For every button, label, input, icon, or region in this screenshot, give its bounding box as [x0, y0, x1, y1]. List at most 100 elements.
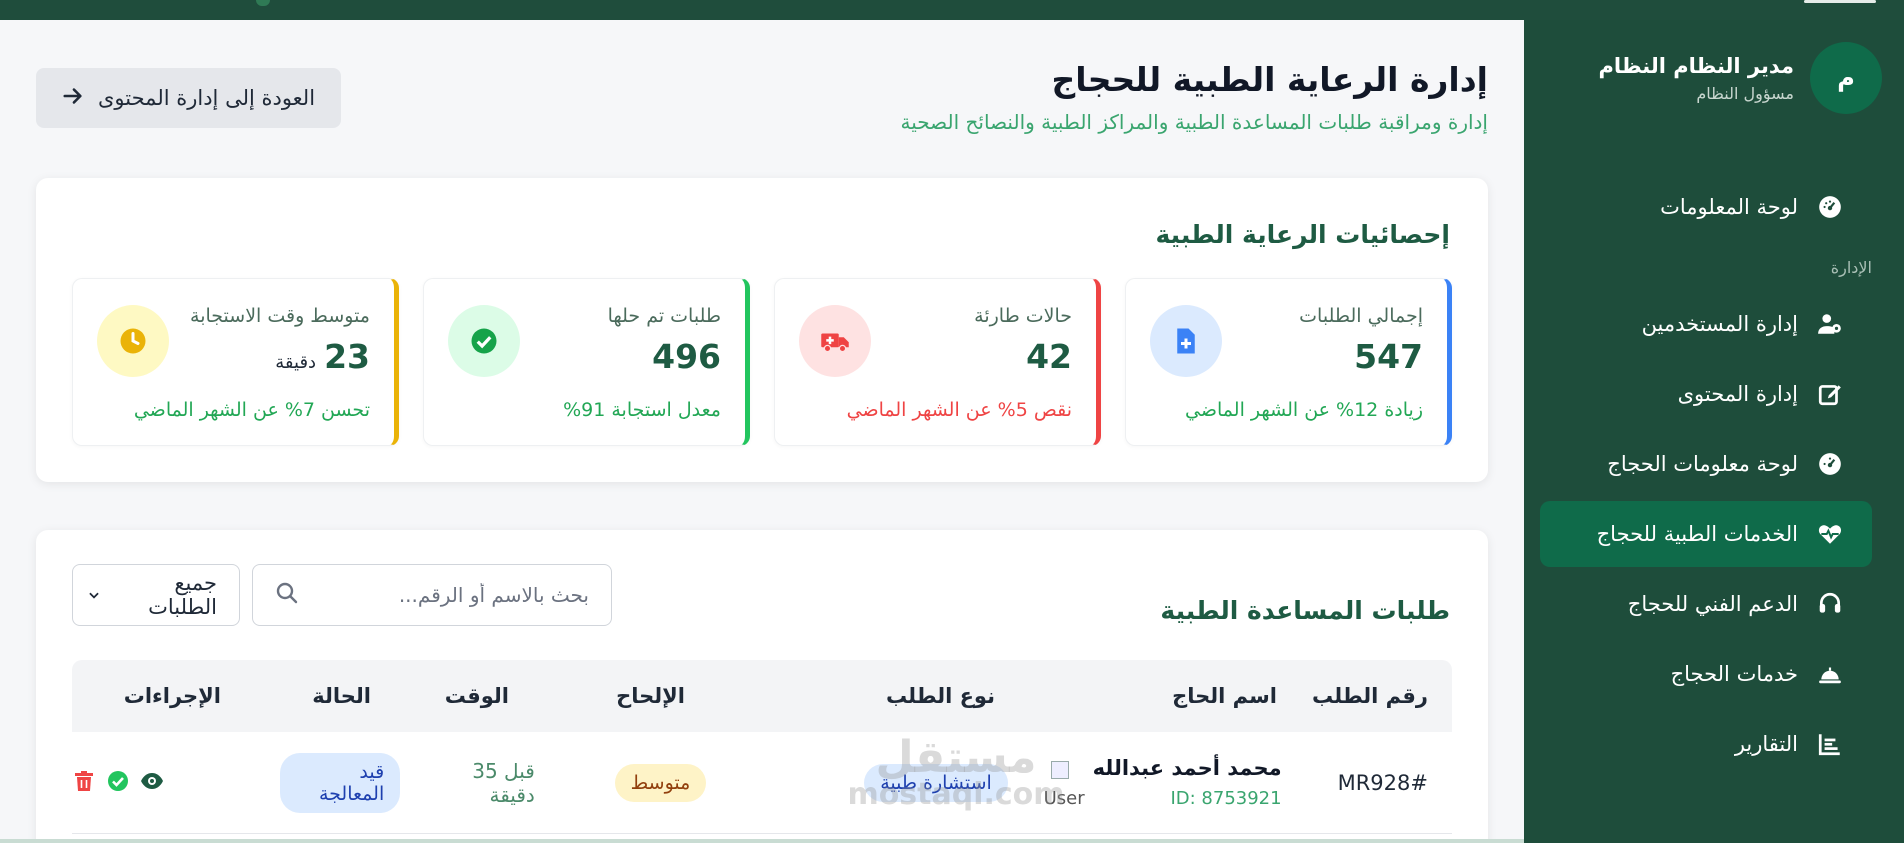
file-medical-icon: [1150, 305, 1222, 377]
stat-note: تحسن 7% عن الشهر الماضي: [133, 399, 370, 421]
requests-card: طلبات المساعدة الطبية جميع الطلبات رقم ا…: [36, 530, 1488, 843]
sidebar-nav: لوحة المعلومات الإدارة إدارة المستخدمين …: [1524, 170, 1904, 781]
stat-value: 547: [1354, 337, 1423, 376]
stats-grid: إجمالي الطلبات 547 زيادة 12% عن الشهر ال…: [72, 278, 1452, 446]
stats-card: إحصائيات الرعاية الطبية إجمالي الطلبات 5…: [36, 178, 1488, 482]
bottom-strip: [0, 839, 1524, 843]
top-bar-accent: [256, 0, 270, 6]
col-actions: الإجراءات: [123, 684, 221, 708]
profile-name: مدير النظام النظام: [1598, 53, 1794, 78]
requests-filter-select[interactable]: جميع الطلبات: [72, 564, 240, 626]
heartbeat-icon: [1816, 520, 1844, 548]
sidebar-item-support[interactable]: الدعم الفني للحجاج: [1540, 571, 1872, 637]
edit-icon: [1816, 380, 1844, 408]
stat-label: حالات طارئة: [974, 305, 1072, 327]
sidebar-section-label: الإدارة: [1830, 258, 1872, 277]
sidebar-item-label: لوحة المعلومات: [1660, 195, 1798, 219]
time-cell: قبل 35 دقيقة: [426, 759, 563, 807]
pilgrim-cell: محمد أحمد عبدالله ID: 8753921 User: [1020, 756, 1282, 809]
col-request-id[interactable]: رقم الطلب: [1277, 684, 1452, 708]
ambulance-icon: [799, 305, 871, 377]
profile-role: مسؤول النظام: [1696, 83, 1794, 103]
back-to-content-button[interactable]: العودة إلى إدارة المحتوى: [36, 68, 342, 128]
col-urgency[interactable]: الإلحاح: [537, 684, 717, 708]
top-bar: [0, 0, 1904, 20]
stat-value: 496: [652, 337, 721, 376]
sidebar-item-dashboard[interactable]: لوحة المعلومات: [1540, 174, 1872, 240]
top-bar-line: [1804, 0, 1876, 3]
stat-label: متوسط وقت الاستجابة: [190, 305, 370, 327]
stat-unit: دقيقة: [275, 352, 317, 373]
requests-table: رقم الطلب اسم الحاج نوع الطلب الإلحاح ال…: [72, 660, 1452, 834]
main-content: العودة إلى إدارة المحتوى إدارة الرعاية ا…: [0, 20, 1524, 843]
sidebar-item-label: التقارير: [1734, 732, 1798, 756]
check-circle-icon: [448, 305, 520, 377]
dashboard-gauge-icon: [1816, 193, 1844, 221]
pilgrim-id: ID: 8753921: [1170, 788, 1282, 809]
status-badge: قيد المعالجة: [280, 752, 401, 813]
table-header: رقم الطلب اسم الحاج نوع الطلب الإلحاح ال…: [72, 660, 1452, 732]
stat-note: معدل استجابة 91%: [563, 399, 721, 421]
sidebar: م مدير النظام النظام مسؤول النظام لوحة ا…: [1524, 20, 1904, 843]
sidebar-item-label: الخدمات الطبية للحجاج: [1596, 522, 1798, 546]
urgency-cell: متوسط: [563, 763, 738, 802]
arrow-right-icon: [62, 85, 84, 112]
urgency-badge: متوسط: [614, 763, 707, 802]
bell-concierge-icon: [1816, 660, 1844, 688]
avatar[interactable]: م: [1810, 42, 1882, 114]
sidebar-item-content[interactable]: إدارة المحتوى: [1540, 361, 1872, 427]
sidebar-item-users[interactable]: إدارة المستخدمين: [1540, 291, 1872, 357]
stat-label: إجمالي الطلبات: [1299, 305, 1423, 327]
sidebar-item-pilgrims-dashboard[interactable]: لوحة معلومات الحجاج: [1540, 431, 1872, 497]
sidebar-item-reports[interactable]: التقارير: [1540, 711, 1872, 777]
table-row[interactable]: #MR928 محمد أحمد عبدالله ID: 8753921 Use…: [72, 732, 1452, 834]
request-id: #MR928: [1337, 770, 1428, 795]
request-type-cell: استشارة طبية: [738, 763, 1020, 802]
search-input[interactable]: [313, 583, 589, 607]
sidebar-item-medical-services[interactable]: الخدمات الطبية للحجاج: [1540, 501, 1872, 567]
requests-title: طلبات المساعدة الطبية: [1160, 596, 1450, 625]
view-icon[interactable]: [140, 769, 164, 797]
sidebar-item-label: إدارة المحتوى: [1677, 382, 1798, 406]
back-button-label: العودة إلى إدارة المحتوى: [98, 86, 316, 110]
page-subtitle: إدارة ومراقبة طلبات المساعدة الطبية والم…: [900, 110, 1489, 134]
status-cell: قيد المعالجة: [280, 752, 426, 813]
search-box: [252, 564, 612, 626]
pilgrim-name: محمد أحمد عبدالله: [1092, 756, 1282, 780]
avatar: User: [1041, 760, 1085, 809]
request-type-badge: استشارة طبية: [864, 763, 1008, 802]
search-icon: [275, 581, 299, 609]
col-time[interactable]: الوقت: [397, 684, 537, 708]
stat-label: طلبات تم حلها: [607, 305, 721, 327]
sidebar-item-label: خدمات الحجاج: [1670, 662, 1798, 686]
col-pilgrim-name[interactable]: اسم الحاج: [1007, 684, 1277, 708]
users-cog-icon: [1816, 310, 1844, 338]
page-title: إدارة الرعاية الطبية للحجاج: [1051, 60, 1488, 99]
sidebar-item-label: إدارة المستخدمين: [1641, 312, 1798, 336]
profile: م مدير النظام النظام مسؤول النظام: [1599, 42, 1882, 114]
stat-card-total: إجمالي الطلبات 547 زيادة 12% عن الشهر ال…: [1125, 278, 1452, 446]
sidebar-item-label: الدعم الفني للحجاج: [1627, 592, 1798, 616]
stat-value: 42: [1026, 337, 1072, 376]
col-status[interactable]: الحالة: [247, 684, 397, 708]
stat-note: زيادة 12% عن الشهر الماضي: [1185, 399, 1423, 421]
clock-icon: [97, 305, 169, 377]
headset-icon: [1816, 590, 1844, 618]
stats-title: إحصائيات الرعاية الطبية: [1155, 220, 1450, 249]
stat-card-resolved: طلبات تم حلها 496 معدل استجابة 91%: [423, 278, 750, 446]
actions-cell: [72, 769, 280, 797]
request-time: قبل 35 دقيقة: [472, 758, 535, 807]
sidebar-item-pilgrim-services[interactable]: خدمات الحجاج: [1540, 641, 1872, 707]
delete-icon[interactable]: [72, 769, 96, 797]
stat-value: 23دقيقة: [275, 337, 370, 376]
approve-icon[interactable]: [106, 769, 130, 797]
stat-card-emergency: حالات طارئة 42 نقص 5% عن الشهر الماضي: [774, 278, 1101, 446]
sidebar-item-label: لوحة معلومات الحجاج: [1607, 452, 1798, 476]
broken-image-icon: [1050, 760, 1069, 779]
stat-note: نقص 5% عن الشهر الماضي: [846, 399, 1072, 421]
chevron-down-icon: [87, 583, 101, 607]
stat-card-response-time: متوسط وقت الاستجابة 23دقيقة تحسن 7% عن ا…: [72, 278, 399, 446]
chart-icon: [1816, 730, 1844, 758]
col-request-type[interactable]: نوع الطلب: [717, 684, 1007, 708]
filter-value: جميع الطلبات: [148, 571, 217, 619]
